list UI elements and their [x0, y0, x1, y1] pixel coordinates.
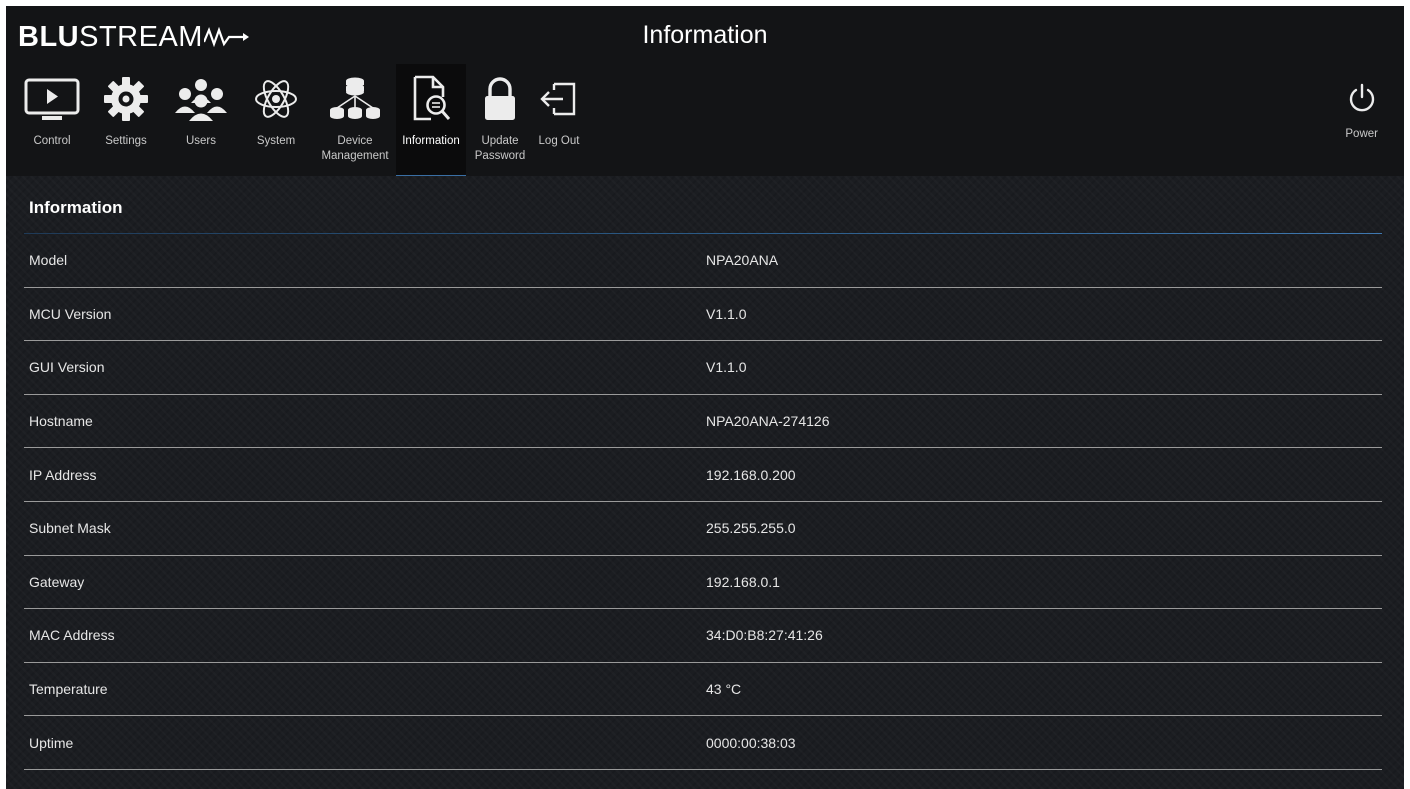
- info-value: 255.255.255.0: [706, 520, 796, 537]
- info-label: Subnet Mask: [29, 520, 111, 537]
- nav-label-log-out: Log Out: [538, 135, 580, 147]
- nav-label-system: System: [256, 135, 296, 147]
- info-label: IP Address: [29, 466, 97, 483]
- document-search-icon: [409, 74, 453, 124]
- info-label: Uptime: [29, 734, 74, 751]
- info-label: Gateway: [29, 573, 85, 590]
- nav-label-settings: Settings: [105, 135, 147, 147]
- info-value: 192.168.0.1: [706, 573, 780, 590]
- info-row-mcu-version: MCU Version V1.1.0: [24, 288, 1382, 342]
- nav-label-control: Control: [33, 135, 71, 147]
- info-label: MAC Address: [29, 627, 115, 644]
- power-button[interactable]: Power: [1345, 82, 1378, 140]
- power-label: Power: [1345, 128, 1378, 140]
- info-label: GUI Version: [29, 359, 105, 376]
- info-row-hostname: Hostname NPA20ANA-274126: [24, 395, 1382, 449]
- info-row-ip-address: IP Address 192.168.0.200: [24, 448, 1382, 502]
- gear-icon: [103, 74, 149, 124]
- info-row-gui-version: GUI Version V1.1.0: [24, 341, 1382, 395]
- nav-label-information: Information: [402, 135, 460, 147]
- header-bar: BLU STREAM Information Control Settings …: [6, 6, 1404, 176]
- info-value: 192.168.0.200: [706, 466, 796, 483]
- info-value: 0000:00:38:03: [706, 734, 796, 751]
- nav-item-control[interactable]: Control: [16, 64, 88, 176]
- info-label: Model: [29, 252, 68, 269]
- info-label: MCU Version: [29, 305, 112, 322]
- nav-label-device-management: Device Management: [321, 135, 389, 162]
- section-title: Information: [29, 198, 123, 217]
- nav-label-update-password: Update Password: [474, 135, 526, 162]
- info-row-uptime: Uptime 0000:00:38:03: [24, 716, 1382, 770]
- app-window: BLU STREAM Information Control Settings …: [6, 6, 1404, 789]
- info-row-mac-address: MAC Address 34:D0:B8:27:41:26: [24, 609, 1382, 663]
- info-value: NPA20ANA-274126: [706, 413, 830, 430]
- power-icon: [1347, 82, 1377, 119]
- nav-item-log-out[interactable]: Log Out: [534, 64, 584, 176]
- info-value: NPA20ANA: [706, 252, 779, 269]
- info-row-temperature: Temperature 43 °C: [24, 663, 1382, 717]
- main-nav: Control Settings Users System Device Man…: [16, 64, 584, 176]
- tv-play-icon: [23, 74, 81, 124]
- nav-item-information[interactable]: Information: [396, 64, 466, 176]
- info-value: 34:D0:B8:27:41:26: [706, 627, 823, 644]
- nav-item-update-password[interactable]: Update Password: [466, 64, 534, 176]
- logout-icon: [538, 74, 580, 124]
- page-title: Information: [642, 21, 768, 49]
- nav-item-users[interactable]: Users: [164, 64, 238, 176]
- nav-item-system[interactable]: System: [238, 64, 314, 176]
- info-value: V1.1.0: [706, 359, 747, 376]
- info-value: 43 °C: [706, 681, 742, 698]
- nav-label-users: Users: [185, 135, 217, 147]
- info-label: Temperature: [29, 681, 108, 698]
- device-tree-icon: [328, 74, 382, 124]
- lock-icon: [482, 74, 518, 124]
- info-row-model: Model NPA20ANA: [24, 234, 1382, 288]
- info-row-subnet-mask: Subnet Mask 255.255.255.0: [24, 502, 1382, 556]
- atom-icon: [253, 74, 299, 124]
- info-row-gateway: Gateway 192.168.0.1: [24, 556, 1382, 610]
- nav-item-device-management[interactable]: Device Management: [314, 64, 396, 176]
- info-label: Hostname: [29, 413, 93, 430]
- nav-item-settings[interactable]: Settings: [88, 64, 164, 176]
- info-table: Model NPA20ANA MCU Version V1.1.0 GUI Ve…: [24, 234, 1382, 770]
- users-icon: [174, 74, 228, 124]
- info-value: V1.1.0: [706, 305, 747, 322]
